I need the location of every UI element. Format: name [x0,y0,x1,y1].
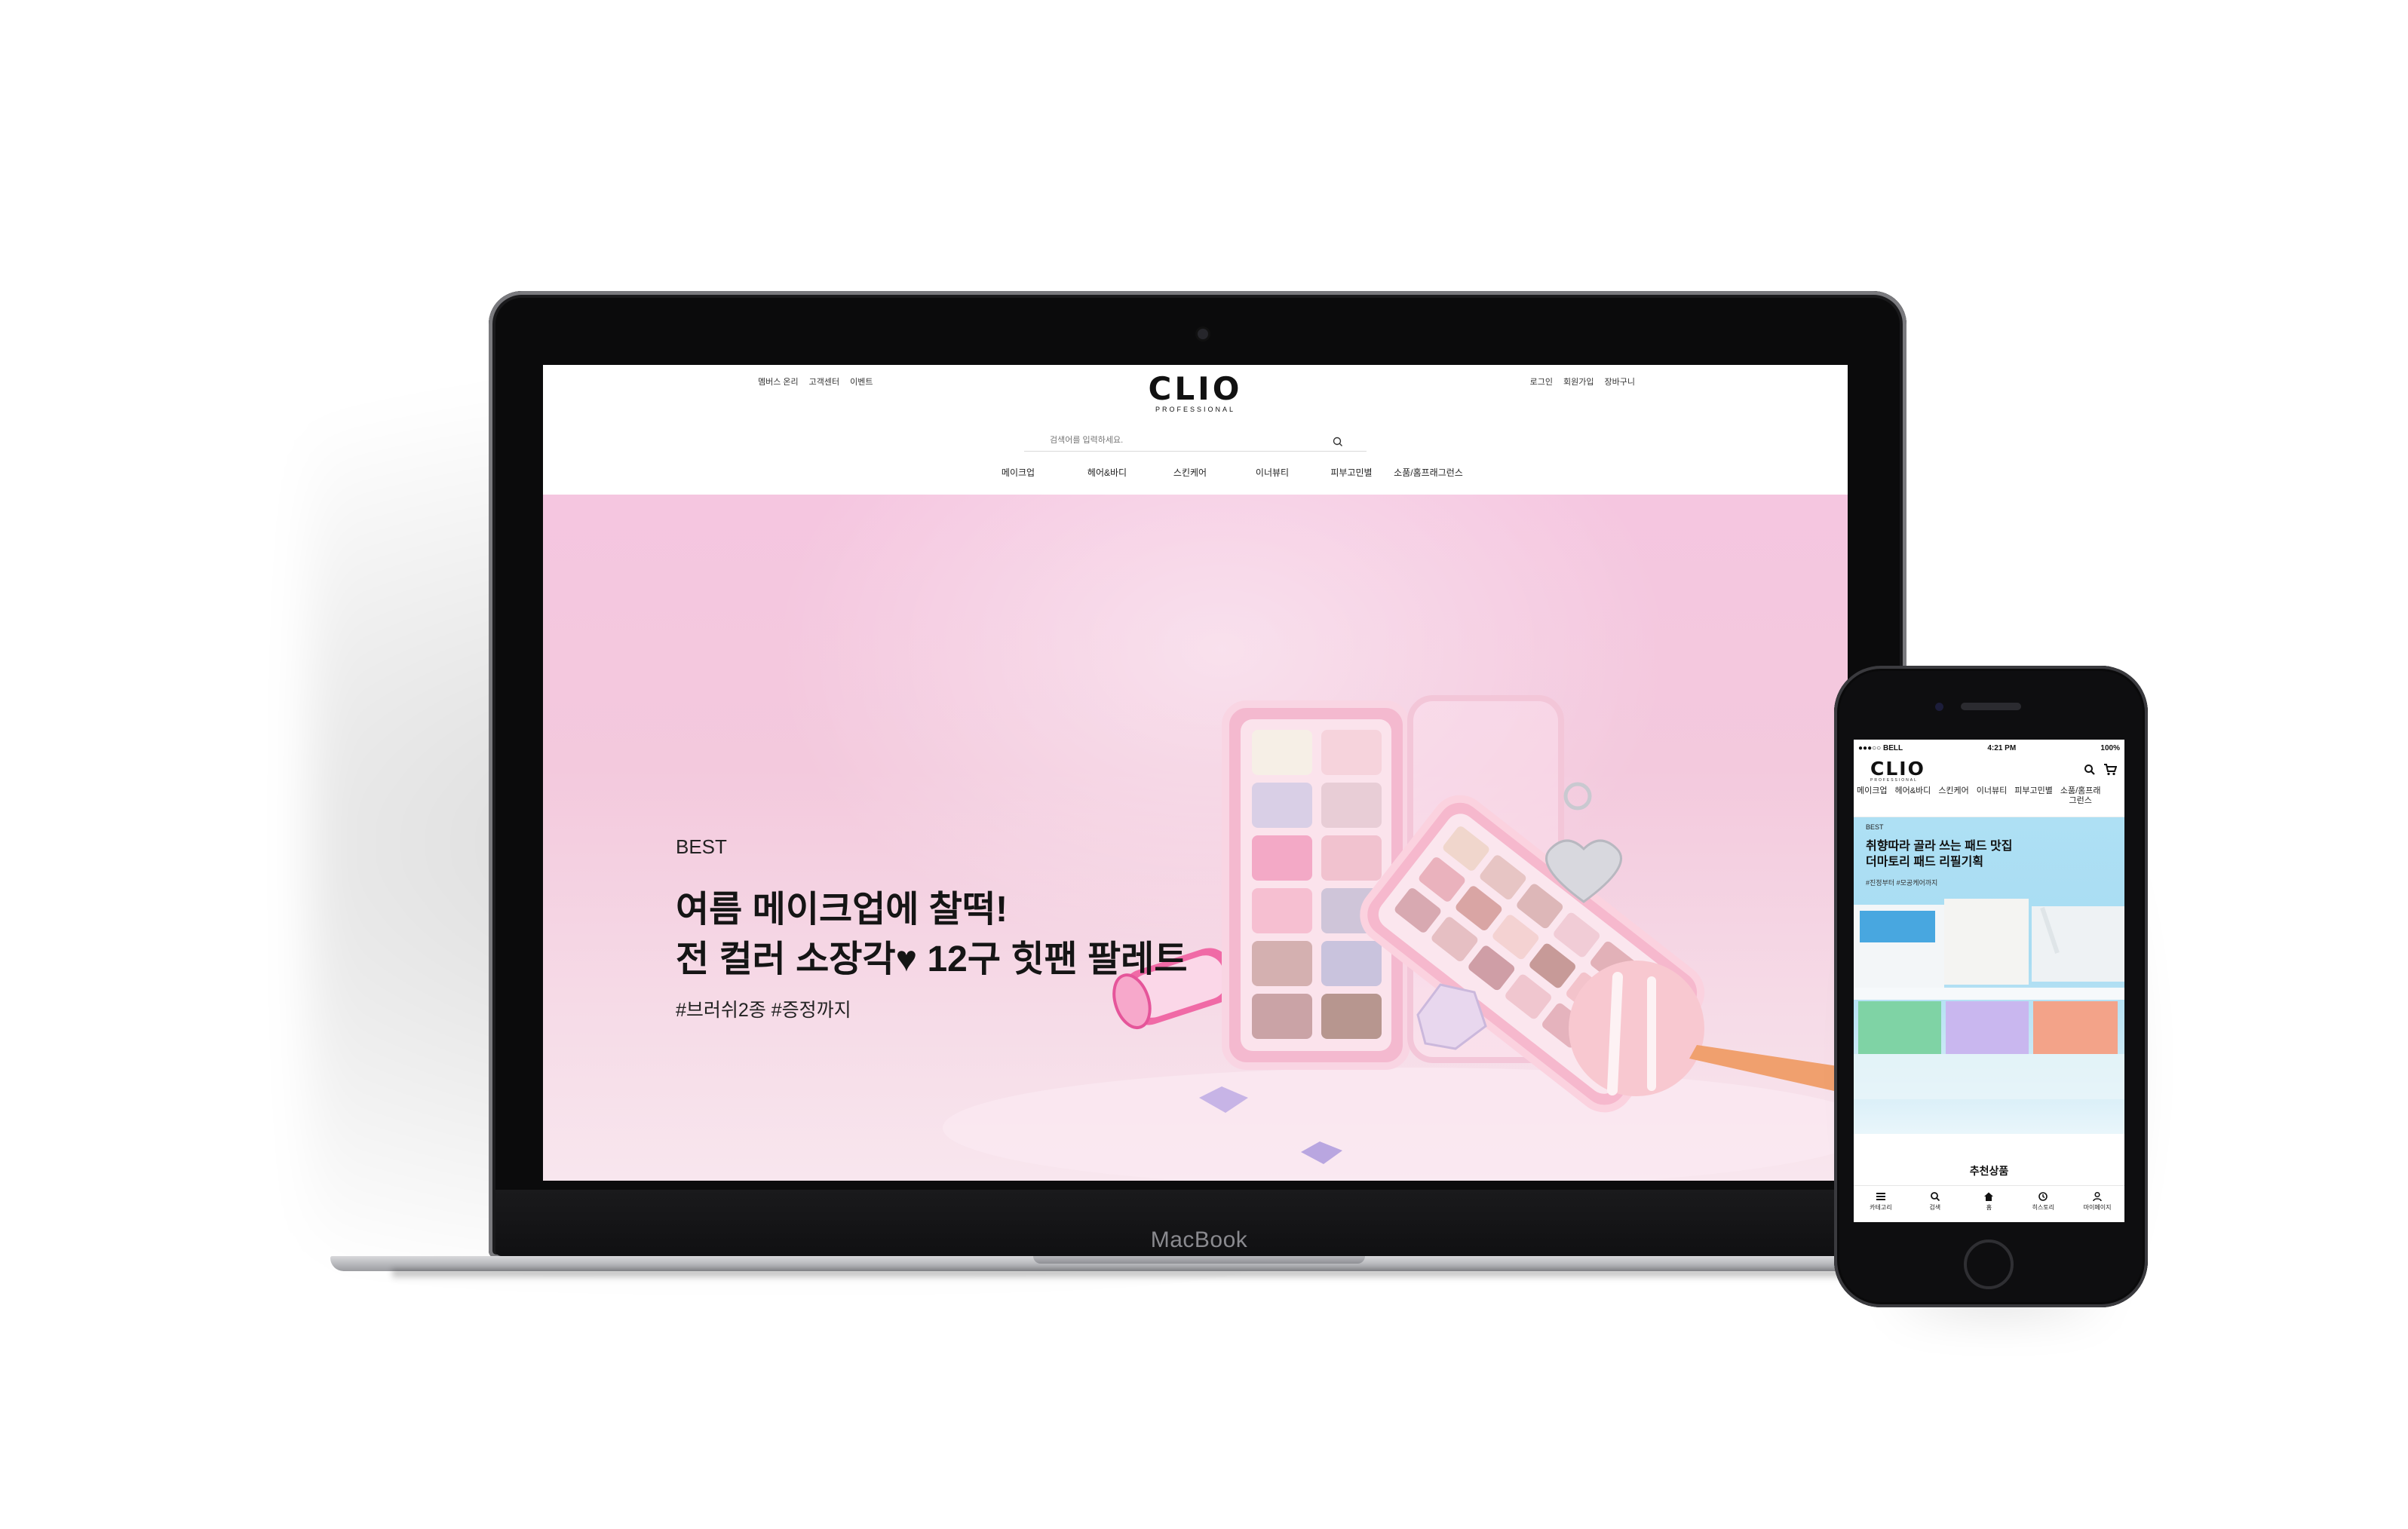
eyeshadow-pan [1252,783,1312,828]
eyeshadow-pan [1252,941,1312,986]
phone-speaker [1961,703,2021,710]
mobile-banner-title-line1: 취향따라 골라 쓰는 패드 맛집 [1866,840,2013,853]
hero-badge: BEST [676,835,727,858]
phone-camera [1935,703,1943,711]
laptop-brand-label: MacBook [1150,1227,1248,1252]
mobile-logo-subtitle: PROFESSIONAL [1870,778,1918,783]
nav-item-makeup[interactable]: 메이크업 [971,466,1065,479]
nav-item-inner-beauty[interactable]: 이너뷰티 [1231,466,1314,479]
tab-category-label: 카테고리 [1870,1204,1892,1211]
tab-search[interactable]: 검색 [1908,1186,1962,1222]
nav-item-accessories-home[interactable]: 소품/홈프래그런스 [1389,466,1468,479]
nav-item-skin-concern[interactable]: 피부고민별 [1314,466,1389,479]
eyeshadow-pan [1252,888,1312,933]
mobile-logo-wordmark: CLIO [1870,758,1925,780]
eyeshadow-pan [1321,835,1382,881]
eyeshadow-pan [1321,730,1382,775]
laptop-screen: 멤버스 온리 고객센터 이벤트 CLIO PROFESSIONAL 로그인 회원… [543,365,1848,1181]
mobile-logo[interactable]: CLIO PROFESSIONAL [1870,759,1925,783]
nav-item-skincare[interactable]: 스킨케어 [1149,466,1231,479]
recommended-section-title: 추천상품 [1969,1165,2009,1177]
status-bar: ●●●○○ BELL 4:21 PM 100% [1854,740,2124,756]
tab-category[interactable]: 카테고리 [1854,1186,1908,1222]
mobile-banner[interactable]: BEST 취향따라 골라 쓰는 패드 맛집 더마토리 패드 리필기획 #진정부터… [1854,817,2124,1134]
bottom-tab-bar: 카테고리 검색 홈 히스토리 마이페이지 [1854,1185,2124,1222]
laptop-camera [1198,329,1208,339]
tab-search-label: 검색 [1929,1204,1941,1211]
search-icon[interactable] [2084,764,2096,776]
mobile-header-icons [2084,764,2117,776]
eyeshadow-pan [1252,835,1312,881]
mobile-menu-accessories-home[interactable]: 소품/홈프래 그런스 [2060,786,2101,806]
nav-item-hair-body[interactable]: 헤어&바디 [1065,466,1149,479]
hero-banner[interactable]: BEST 여름 메이크업에 찰떡! 전 컬러 소장각♥ 12구 힛팬 팔레트 #… [543,495,1848,1181]
tab-history-label: 히스토리 [2032,1204,2055,1211]
tab-mypage[interactable]: 마이페이지 [2070,1186,2124,1222]
hero-headline-line1: 여름 메이크업에 찰떡! [676,890,1008,930]
mobile-menu-inner-beauty[interactable]: 이너뷰티 [1977,786,2007,796]
laptop-base-shadow [392,1270,2014,1280]
tab-home-label: 홈 [1986,1204,1992,1211]
search-bar [1024,433,1367,452]
search-icon [1930,1192,1940,1202]
hero-headline: 여름 메이크업에 찰떡! 전 컬러 소장각♥ 12구 힛팬 팔레트 [676,885,1188,985]
tab-home[interactable]: 홈 [1962,1186,2017,1222]
person-icon [2093,1191,2102,1202]
tab-history[interactable]: 히스토리 [2016,1186,2070,1222]
mobile-banner-tags: #진정부터 #모공케어까지 [1866,879,1938,887]
cart-icon[interactable] [2103,764,2117,776]
main-nav: 메이크업 헤어&바디 스킨케어 이너뷰티 피부고민별 소품/홈프래그런스 [971,466,1468,479]
home-icon [1984,1192,1994,1201]
tab-mypage-label: 마이페이지 [2083,1204,2112,1211]
battery-level: 100% [2100,743,2120,752]
utility-links-right: 로그인 회원가입 장바구니 [1530,375,1635,388]
hero-headline-line2: 전 컬러 소장각♥ 12구 힛팬 팔레트 [676,939,1188,979]
logo-wordmark: CLIO [1148,370,1243,407]
eyeshadow-pan [1252,994,1312,1039]
mobile-category-menu: 메이크업 헤어&바디 스킨케어 이너뷰티 피부고민별 소품/홈프래 그런스 [1854,786,2124,817]
carrier-signal: ●●●○○ BELL [1858,743,1903,752]
eyeshadow-pan [1321,941,1382,986]
mobile-banner-title: 취향따라 골라 쓰는 패드 맛집 더마토리 패드 리필기획 [1866,838,2012,870]
logo-subtitle: PROFESSIONAL [1155,406,1236,413]
mobile-banner-badge: BEST [1866,823,1884,831]
eyeshadow-pan [1321,783,1382,828]
laptop-base-notch [1033,1256,1365,1264]
search-input[interactable] [1047,433,1336,448]
site-logo[interactable]: CLIO PROFESSIONAL [543,370,1848,414]
hero-tags: #브러쉬2종 #증정까지 [676,1000,851,1021]
mobile-header: CLIO PROFESSIONAL [1854,756,2124,786]
phone-home-button[interactable] [1964,1239,2014,1289]
history-icon [2038,1192,2048,1201]
mobile-menu-hair-body[interactable]: 헤어&바디 [1894,786,1931,796]
signup-link[interactable]: 회원가입 [1563,375,1594,388]
search-icon[interactable] [1332,436,1344,448]
mobile-menu-skincare[interactable]: 스킨케어 [1938,786,1968,796]
mobile-menu-makeup[interactable]: 메이크업 [1857,786,1887,796]
mobile-menu-skin-concern[interactable]: 피부고민별 [2014,786,2053,796]
menu-icon [1876,1193,1885,1200]
login-link[interactable]: 로그인 [1530,375,1553,388]
phone-screen: ●●●○○ BELL 4:21 PM 100% CLIO PROFESSIONA… [1854,740,2124,1222]
eyeshadow-pan [1252,730,1312,775]
eyeshadow-pan [1321,994,1382,1039]
mobile-banner-title-line2: 더마토리 패드 리필기획 [1866,856,1984,869]
palette-product-image [943,695,1848,1181]
status-time: 4:21 PM [1987,743,2017,752]
cart-link[interactable]: 장바구니 [1605,375,1635,388]
